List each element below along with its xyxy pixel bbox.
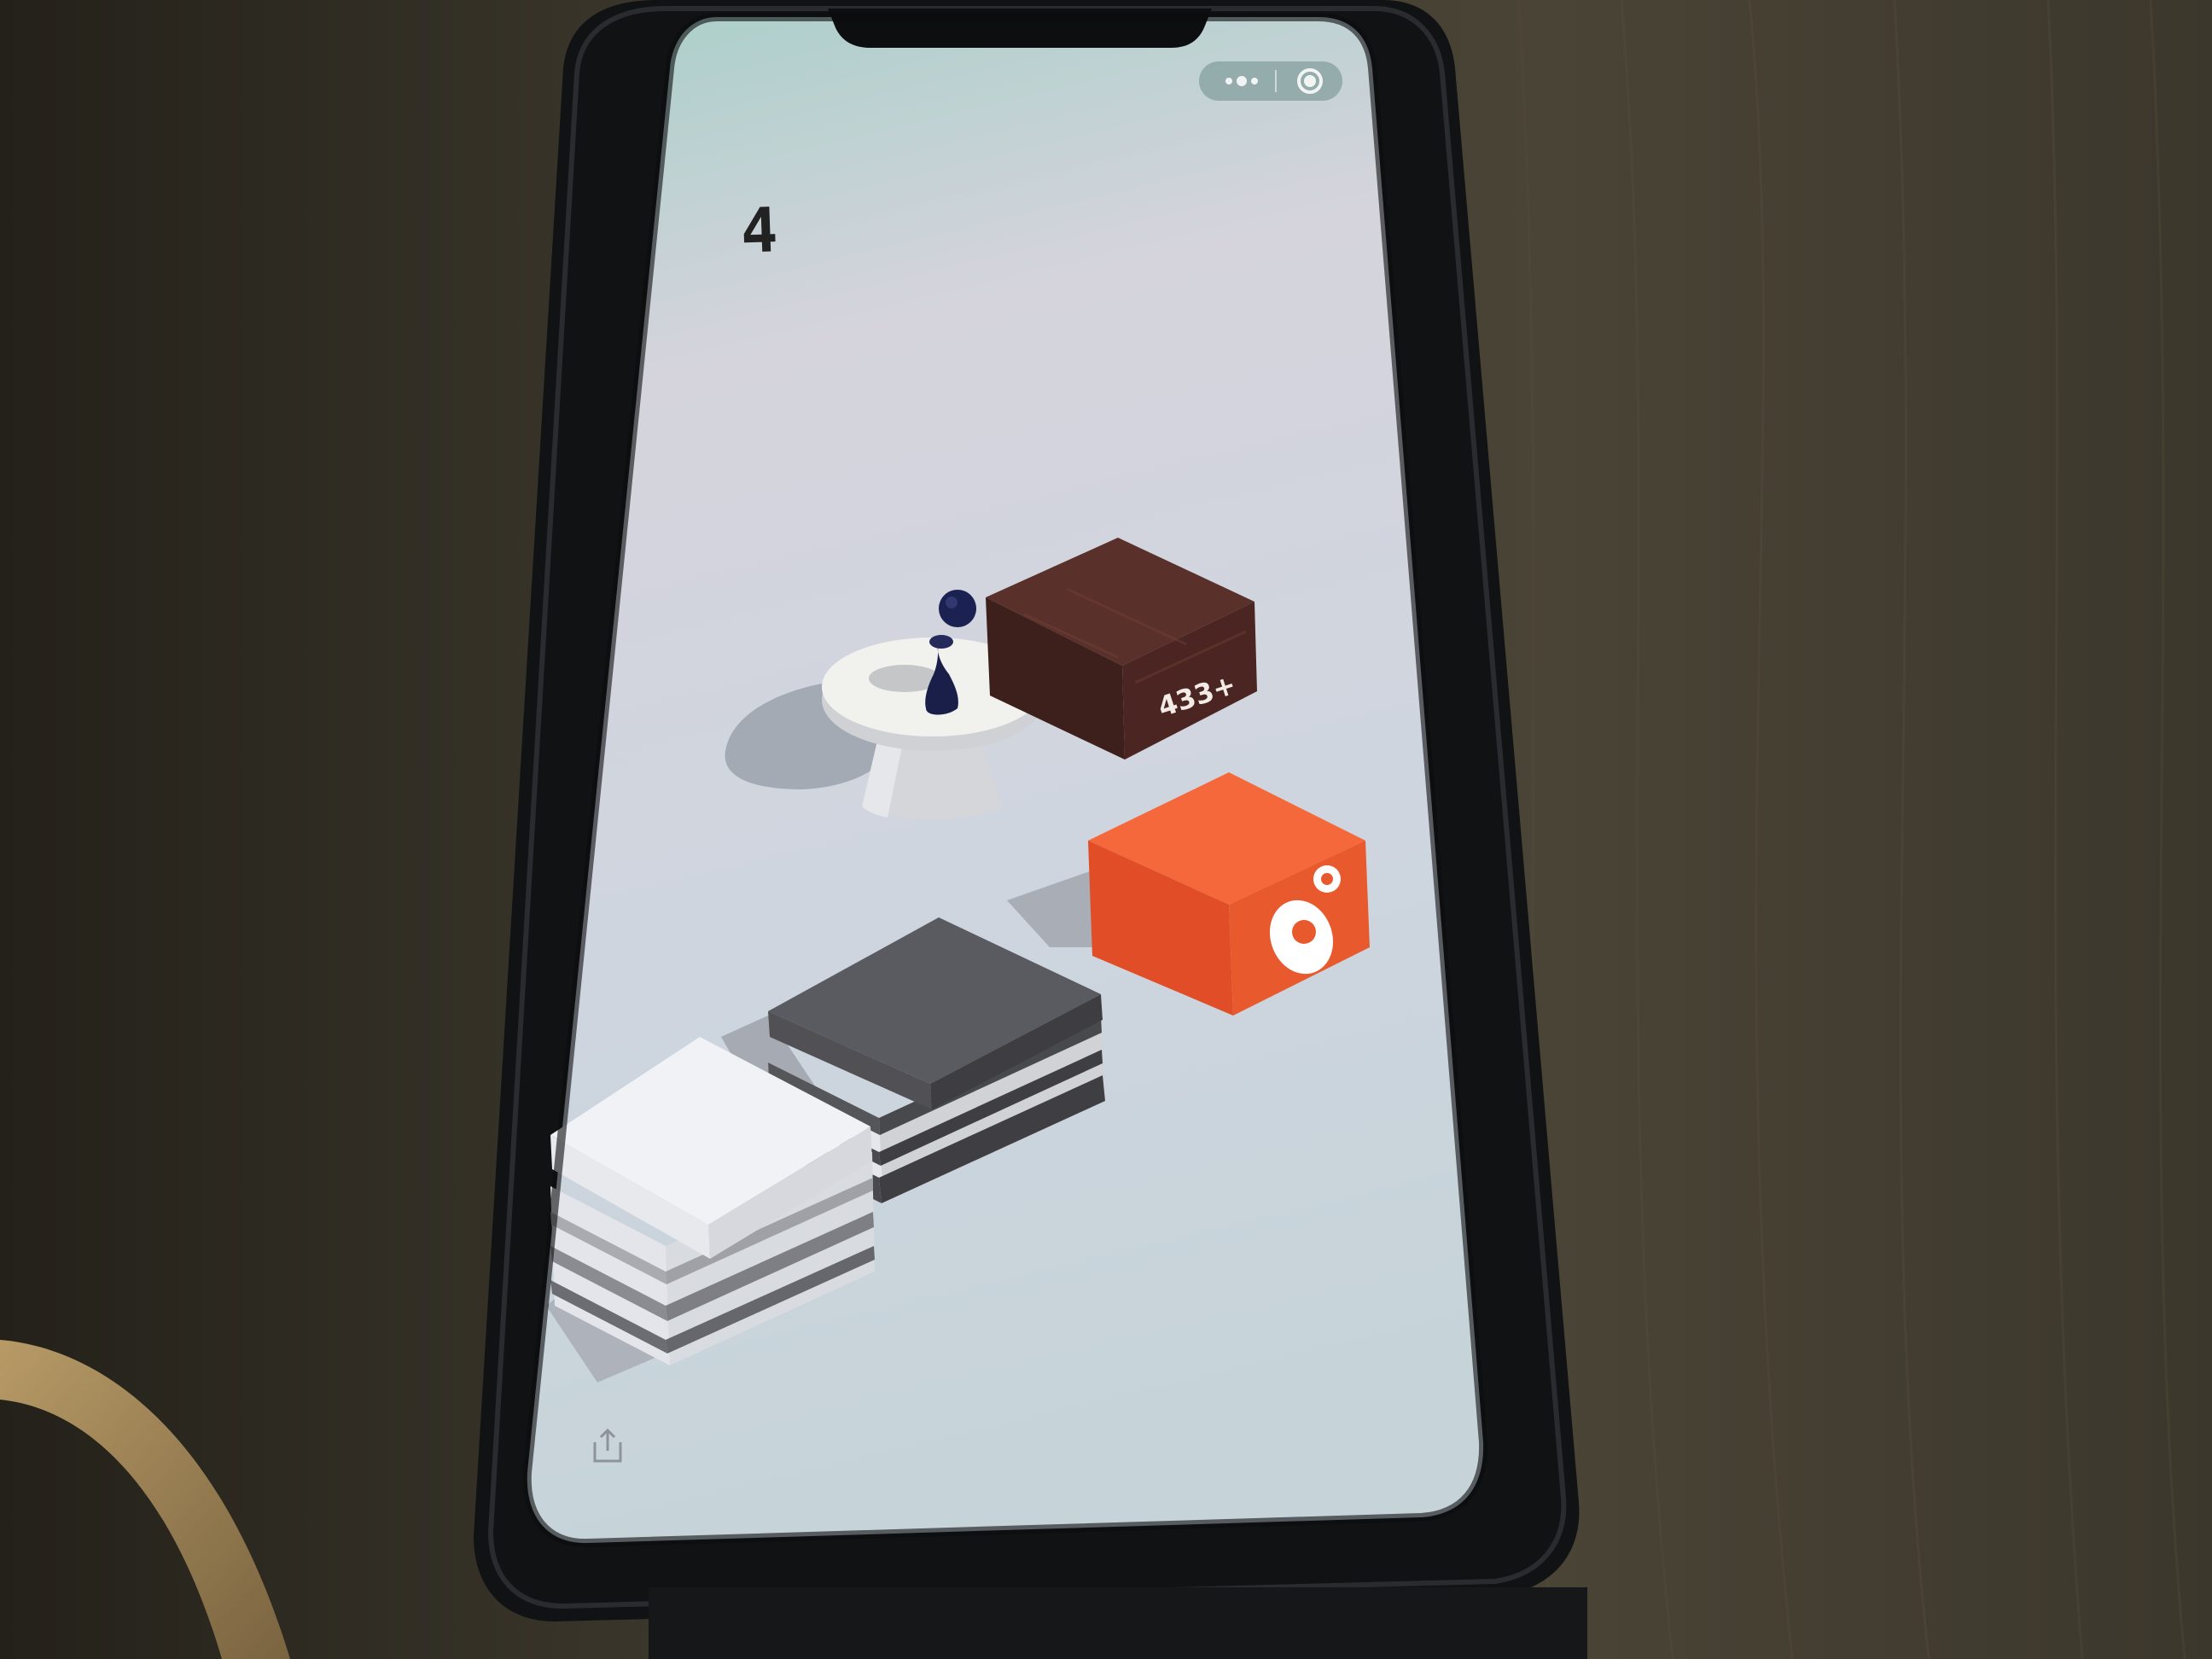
player-head [939,590,976,627]
photo-scene: 4 433+ [0,0,2212,1659]
phone-case-bottom [649,1587,1587,1659]
score-text: 4 [740,194,779,266]
player-head-shine [946,597,958,608]
player-neck [929,635,953,649]
